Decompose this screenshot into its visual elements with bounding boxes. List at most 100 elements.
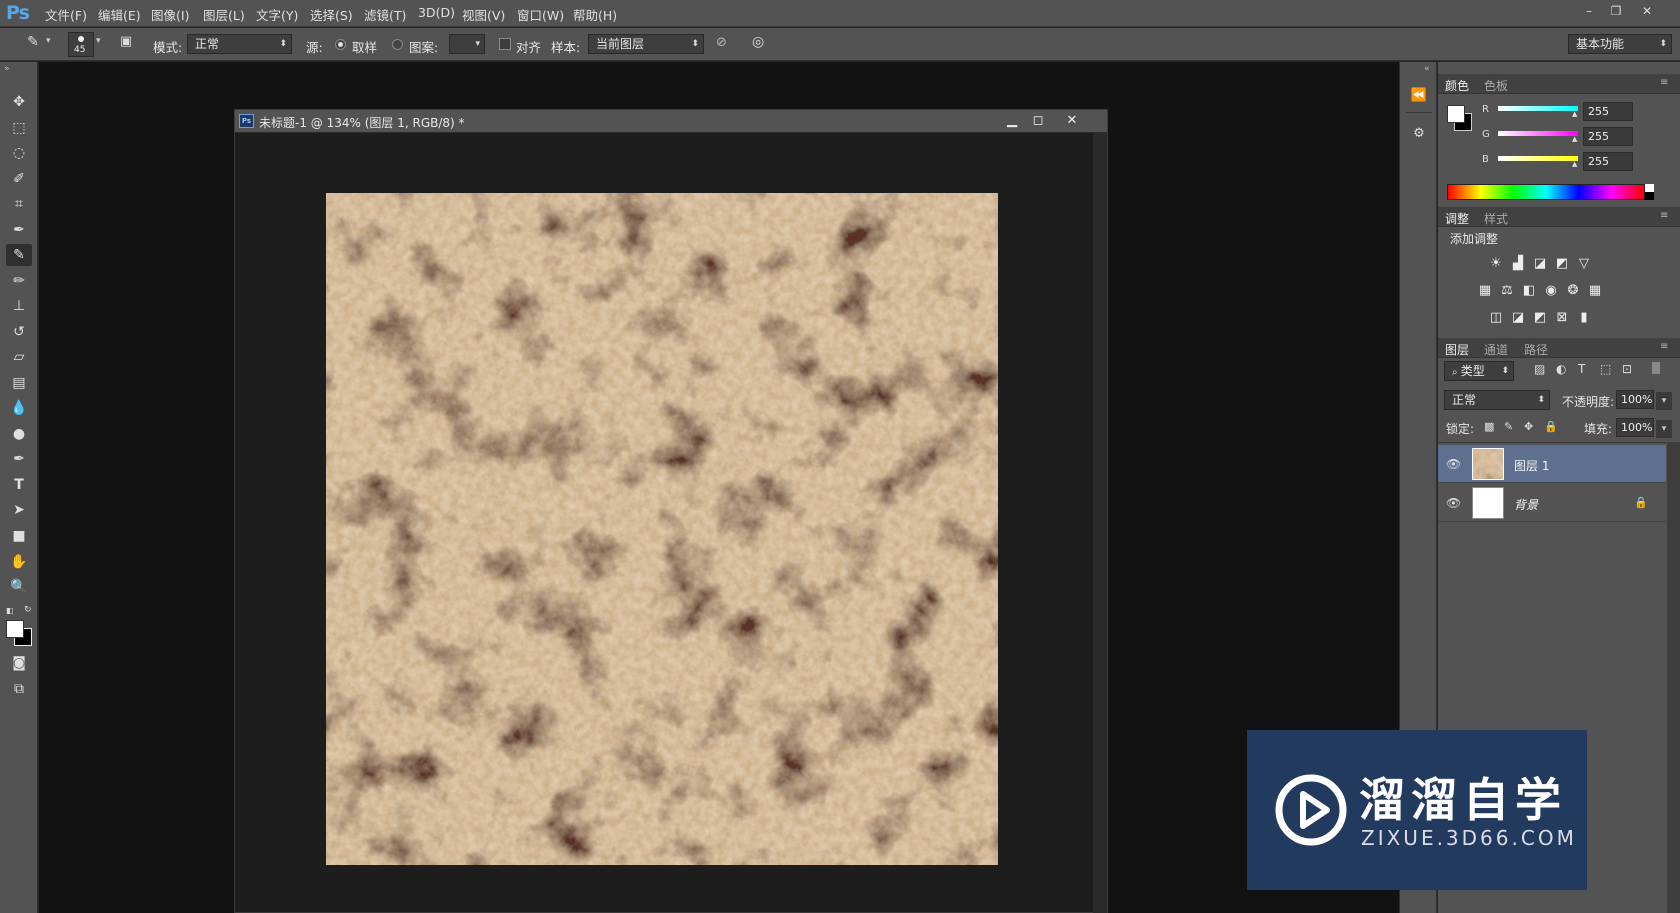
shape-filter-icon[interactable]: ⬚ (1600, 362, 1611, 376)
filter-toggle[interactable] (1652, 362, 1660, 374)
channel-mixer-icon[interactable]: ❂ (1564, 283, 1582, 299)
blend-mode-select[interactable]: 正常 ⬍ (1444, 390, 1550, 410)
document-scrollbar[interactable] (1093, 133, 1107, 913)
crop-tool-icon[interactable]: ⌗ (6, 193, 32, 215)
gradient-tool-icon[interactable]: ▤ (6, 372, 32, 394)
color-lookup-icon[interactable]: ▦ (1586, 283, 1604, 299)
panel-menu-icon[interactable]: ≡ (1660, 210, 1668, 221)
opacity-value[interactable]: 100% (1616, 390, 1654, 409)
blur-tool-icon[interactable]: 💧 (6, 397, 32, 419)
eyedropper-tool-icon[interactable]: ✒ (6, 219, 32, 241)
layer-row[interactable]: 👁 图层 1 (1438, 445, 1666, 483)
selective-color-icon[interactable]: ⊠ (1553, 310, 1571, 326)
fill-value[interactable]: 100% (1616, 418, 1654, 437)
white-swatch[interactable] (1645, 184, 1654, 192)
menu-select[interactable]: 选择(S) (310, 5, 353, 24)
tab-channels[interactable]: 通道 (1484, 341, 1508, 358)
collapse-panels-icon[interactable]: « (1424, 64, 1430, 74)
workspace-select[interactable]: 基本功能 ⬍ (1568, 34, 1672, 54)
lasso-tool-icon[interactable]: ◌ (6, 142, 32, 164)
ignore-adjustment-layers-icon[interactable]: ⊘ (716, 35, 727, 50)
eye-icon[interactable]: 👁 (1446, 496, 1461, 510)
hand-tool-icon[interactable]: ✋ (6, 551, 32, 573)
red-slider[interactable] (1498, 106, 1578, 111)
menu-help[interactable]: 帮助(H) (573, 5, 617, 24)
foreground-color-swatch[interactable] (6, 620, 24, 638)
invert-icon[interactable]: ◫ (1487, 310, 1505, 326)
photo-filter-icon[interactable]: ◉ (1542, 283, 1560, 299)
chevron-down-icon[interactable]: ▾ (96, 36, 101, 46)
marquee-tool-icon[interactable]: ⬚ (6, 117, 32, 139)
brush-panel-icon[interactable]: ▣ (117, 34, 135, 52)
type-filter-icon[interactable]: T (1578, 362, 1585, 376)
color-balance-icon[interactable]: ⚖ (1498, 283, 1516, 299)
vibrance-icon[interactable]: ▽ (1575, 256, 1593, 272)
collapse-icon[interactable]: » (4, 64, 10, 74)
slider-handle-icon[interactable]: ▲ (1572, 110, 1577, 118)
slider-handle-icon[interactable]: ▲ (1572, 135, 1577, 143)
green-slider[interactable] (1498, 131, 1578, 136)
chevron-down-icon[interactable]: ▾ (46, 36, 51, 46)
sampled-radio[interactable] (335, 39, 346, 50)
panel-menu-icon[interactable]: ≡ (1660, 77, 1668, 88)
black-swatch[interactable] (1645, 192, 1654, 200)
tab-styles[interactable]: 样式 (1484, 210, 1508, 227)
rectangle-tool-icon[interactable]: ■ (6, 525, 32, 547)
red-value[interactable]: 255 (1583, 102, 1633, 121)
tab-adjustments[interactable]: 调整 (1445, 210, 1469, 227)
brush-size-picker[interactable]: 45 (68, 32, 94, 57)
healing-brush-tool-icon[interactable]: ✎ (6, 244, 32, 266)
lock-transparent-icon[interactable]: ▩ (1484, 420, 1494, 433)
black-white-icon[interactable]: ◧ (1520, 283, 1538, 299)
type-tool-icon[interactable]: T (6, 474, 32, 496)
menu-image[interactable]: 图像(I) (151, 5, 189, 24)
doc-close-icon[interactable]: ✕ (1061, 112, 1083, 130)
layer-texture-image[interactable] (326, 193, 998, 865)
layer-filter-select[interactable]: ⌕ 类型 ⬍ (1444, 361, 1514, 381)
blue-slider[interactable] (1498, 156, 1578, 161)
gradient-map-icon[interactable]: ▮ (1575, 310, 1593, 326)
layer-row[interactable]: 👁 背景 🔒 (1438, 484, 1666, 522)
curves-icon[interactable]: ◪ (1531, 256, 1549, 272)
sample-select[interactable]: 当前图层 ⬍ (588, 34, 704, 54)
eye-icon[interactable]: 👁 (1446, 457, 1461, 471)
aligned-checkbox[interactable] (499, 38, 511, 50)
tab-color[interactable]: 颜色 (1445, 77, 1469, 94)
minimize-icon[interactable]: – (1576, 3, 1602, 19)
clone-stamp-tool-icon[interactable]: ⊥ (6, 295, 32, 317)
document-titlebar[interactable]: Ps 未标题-1 @ 134% (图层 1, RGB/8) * ▁ ◻ ✕ (235, 110, 1107, 133)
properties-panel-icon[interactable]: ⚙ (1410, 126, 1428, 144)
history-brush-tool-icon[interactable]: ↺ (6, 321, 32, 343)
eraser-tool-icon[interactable]: ▱ (6, 346, 32, 368)
mode-select[interactable]: 正常 ⬍ (187, 34, 292, 54)
panel-menu-icon[interactable]: ≡ (1660, 341, 1668, 352)
quick-selection-tool-icon[interactable]: ✐ (6, 168, 32, 190)
zoom-tool-icon[interactable]: 🔍 (6, 576, 32, 598)
screen-mode-icon[interactable]: ⧉ (6, 678, 32, 700)
healing-brush-tool-preset-icon[interactable]: ✎ (22, 34, 44, 54)
path-selection-tool-icon[interactable]: ➤ (6, 499, 32, 521)
color-spectrum-ramp[interactable] (1447, 184, 1645, 200)
posterize-icon[interactable]: ◪ (1509, 310, 1527, 326)
brush-tool-icon[interactable]: ✏ (6, 270, 32, 292)
menu-edit[interactable]: 编辑(E) (98, 5, 141, 24)
close-icon[interactable]: ✕ (1634, 3, 1660, 19)
menu-3d[interactable]: 3D(D) (418, 5, 455, 20)
brightness-contrast-icon[interactable]: ☀ (1487, 256, 1505, 272)
menu-view[interactable]: 视图(V) (462, 5, 505, 24)
pattern-picker[interactable]: ▾ (449, 34, 485, 54)
slider-handle-icon[interactable]: ▲ (1572, 160, 1577, 168)
tab-paths[interactable]: 路径 (1524, 341, 1548, 358)
move-tool-icon[interactable]: ✥ (6, 91, 32, 113)
threshold-icon[interactable]: ◩ (1531, 310, 1549, 326)
dodge-tool-icon[interactable]: ● (6, 423, 32, 445)
lock-image-icon[interactable]: ✎ (1504, 420, 1513, 433)
tab-swatches[interactable]: 色板 (1484, 77, 1508, 94)
chevron-down-icon[interactable]: ▾ (1656, 420, 1672, 438)
menu-window[interactable]: 窗口(W) (517, 5, 564, 24)
fg-color-swatch[interactable] (1447, 105, 1465, 123)
blue-value[interactable]: 255 (1583, 152, 1633, 171)
restore-icon[interactable]: ❐ (1603, 3, 1629, 19)
pixel-filter-icon[interactable]: ▨ (1534, 362, 1545, 376)
hue-saturation-icon[interactable]: ▦ (1476, 283, 1494, 299)
